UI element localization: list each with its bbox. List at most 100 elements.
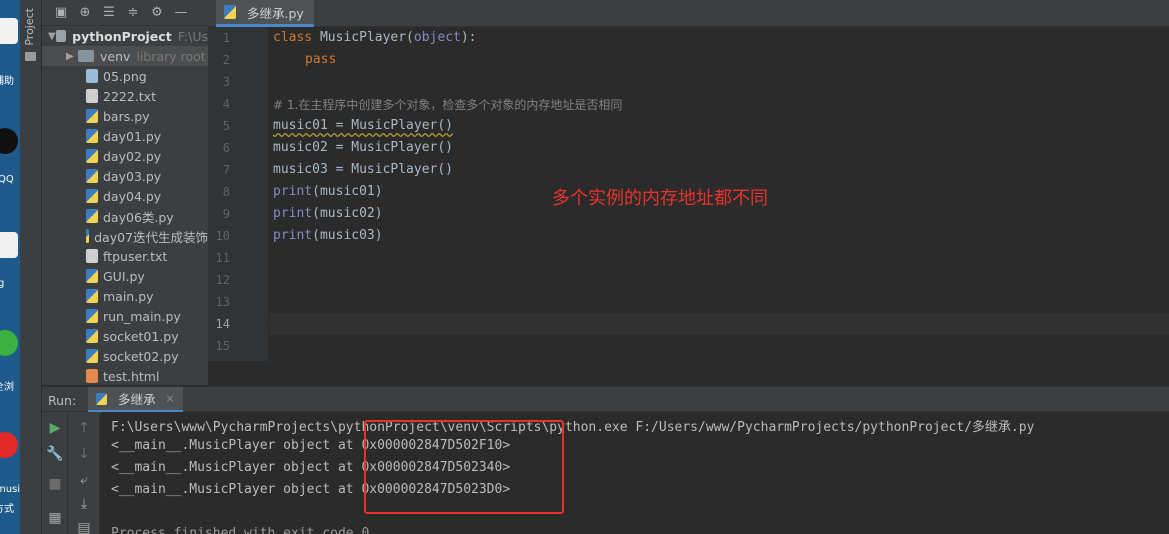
qq-icon[interactable] <box>0 128 18 154</box>
run-console[interactable]: F:\Users\www\PycharmProjects\pythonProje… <box>101 412 1169 534</box>
file-name: run_main.py <box>103 308 181 324</box>
builtin-print: print <box>273 228 313 243</box>
tree-item-file[interactable]: socket02.py <box>42 346 208 366</box>
file-name: main.py <box>103 288 154 304</box>
tree-item-file[interactable]: day02.py <box>42 146 208 166</box>
expand-all-icon[interactable]: ☰ <box>102 5 116 20</box>
image-file-icon <box>86 69 98 83</box>
code-line-2: pass <box>305 52 336 67</box>
code-line-8: print(music01) <box>273 184 383 199</box>
python-file-icon <box>86 189 98 203</box>
line-number: 10 <box>215 229 230 243</box>
line-number: 6 <box>222 141 230 155</box>
tree-item-file[interactable]: 05.png <box>42 66 208 86</box>
desktop-icon-label: musi <box>0 484 20 495</box>
console-line: F:\Users\www\PycharmProjects\pythonProje… <box>111 420 1035 435</box>
tree-item-file[interactable]: socket01.py <box>42 326 208 346</box>
tree-item-file[interactable]: main.py <box>42 286 208 306</box>
chevron-down-icon[interactable]: ▼ <box>48 31 56 42</box>
python-file-icon <box>86 229 90 243</box>
soft-wrap-icon[interactable]: ⤶ <box>74 470 94 490</box>
code-line-7: music03 = MusicPlayer() <box>273 162 454 177</box>
tab-run-config[interactable]: 多继承 × <box>88 387 183 413</box>
collapse-all-icon[interactable]: ≑ <box>126 5 140 20</box>
console-line: Process finished with exit code 0 <box>111 526 370 534</box>
run-tab-label: 多继承 <box>118 392 156 407</box>
line-number: 13 <box>215 295 230 309</box>
line-number: 14 <box>215 317 230 331</box>
stop-icon[interactable]: ■ <box>45 474 65 494</box>
arrow-up-icon[interactable]: ↑ <box>74 418 94 438</box>
tree-item-file[interactable]: day01.py <box>42 126 208 146</box>
code-args: (music03) <box>312 228 383 243</box>
run-toolbar-secondary: ↑ ↓ ⤶ ⤓ ▤ <box>68 412 100 534</box>
python-file-icon <box>86 329 98 343</box>
tree-item-file[interactable]: ftpuser.txt <box>42 246 208 266</box>
browser-icon[interactable] <box>0 330 18 356</box>
html-file-icon <box>86 369 98 383</box>
line-number: 9 <box>222 207 230 221</box>
line-number: 1 <box>222 31 230 45</box>
tab-label: 多继承.py <box>247 5 304 21</box>
locate-icon[interactable]: ⊕ <box>78 5 92 20</box>
tree-item-file[interactable]: GUI.py <box>42 266 208 286</box>
file-name: ftpuser.txt <box>103 248 168 264</box>
desktop-strip: 捕助 QQ g 全浏 musi 方式 <box>0 0 20 534</box>
tree-item-file[interactable]: run_main.py <box>42 306 208 326</box>
folder-icon <box>25 52 36 61</box>
code-args: (music01) <box>312 184 383 199</box>
red-highlight-box <box>364 420 564 514</box>
tree-item-file[interactable]: day04.py <box>42 186 208 206</box>
tree-item-file[interactable]: 2222.txt <box>42 86 208 106</box>
keyword-class: class <box>273 30 313 45</box>
print-icon[interactable]: ▤ <box>74 518 94 534</box>
project-stripe-button[interactable]: Project <box>23 8 36 46</box>
desktop-icon-label: 全浏 <box>0 382 14 393</box>
tree-item-file[interactable]: day07迭代生成装饰 <box>42 226 208 246</box>
tree-item-venv[interactable]: ▶ venv library root <box>42 46 208 66</box>
venv-folder-name: venv <box>100 48 131 64</box>
code-args: (music02) <box>312 206 383 221</box>
line-number: 8 <box>222 185 230 199</box>
text-file-icon <box>86 249 98 263</box>
tree-item-file[interactable]: test.html <box>42 366 208 385</box>
gear-icon[interactable]: ⚙ <box>150 5 164 20</box>
music-app-icon[interactable] <box>0 432 18 458</box>
wrench-icon[interactable]: 🔧 <box>45 444 65 464</box>
desktop-icon-label: g <box>0 278 5 289</box>
code-text: music01 = MusicPlayer() <box>273 118 454 133</box>
root-folder-name: pythonProject <box>72 28 172 44</box>
desktop-icon-label: QQ <box>0 174 14 185</box>
rerun-icon[interactable]: ▶ <box>45 418 65 438</box>
builtin-print: print <box>273 206 313 221</box>
file-name: day01.py <box>103 128 162 144</box>
root-folder-path: F:\Us <box>177 28 208 44</box>
layout-icon[interactable]: ▣ <box>54 5 68 20</box>
project-tree: ▼ pythonProject F:\Us ▶ venv library roo… <box>42 26 208 385</box>
scroll-to-end-icon[interactable]: ⤓ <box>74 494 94 514</box>
desktop-app-icon[interactable] <box>0 232 18 258</box>
line-number: 15 <box>215 339 230 353</box>
project-tool-window: ▣ ⊕ ☰ ≑ ⚙ — ▼ pythonProject F:\Us ▶ venv… <box>42 0 208 385</box>
current-line-highlight <box>269 313 1169 335</box>
tree-root-pythonproject[interactable]: ▼ pythonProject F:\Us <box>42 26 208 46</box>
chevron-right-icon[interactable]: ▶ <box>66 51 78 62</box>
arrow-down-icon[interactable]: ↓ <box>74 444 94 464</box>
file-name: 05.png <box>103 68 147 84</box>
desktop-icon-label: 捕助 <box>0 76 14 87</box>
tree-item-file[interactable]: bars.py <box>42 106 208 126</box>
minimize-icon[interactable]: — <box>174 5 188 20</box>
close-icon[interactable]: × <box>166 392 175 405</box>
layout-icon[interactable]: ▦ <box>45 508 65 528</box>
tree-item-file[interactable]: day06类.py <box>42 206 208 226</box>
python-file-icon <box>86 309 98 323</box>
venv-hint: library root <box>136 48 206 64</box>
builtin-print: print <box>273 184 313 199</box>
line-number: 3 <box>222 75 230 89</box>
tree-item-file[interactable]: day03.py <box>42 166 208 186</box>
run-label: Run: <box>48 393 77 408</box>
desktop-app-icon[interactable] <box>0 18 18 44</box>
tab-editor-file[interactable]: 多继承.py <box>216 0 314 27</box>
file-name: test.html <box>103 368 160 384</box>
file-name: day03.py <box>103 168 162 184</box>
